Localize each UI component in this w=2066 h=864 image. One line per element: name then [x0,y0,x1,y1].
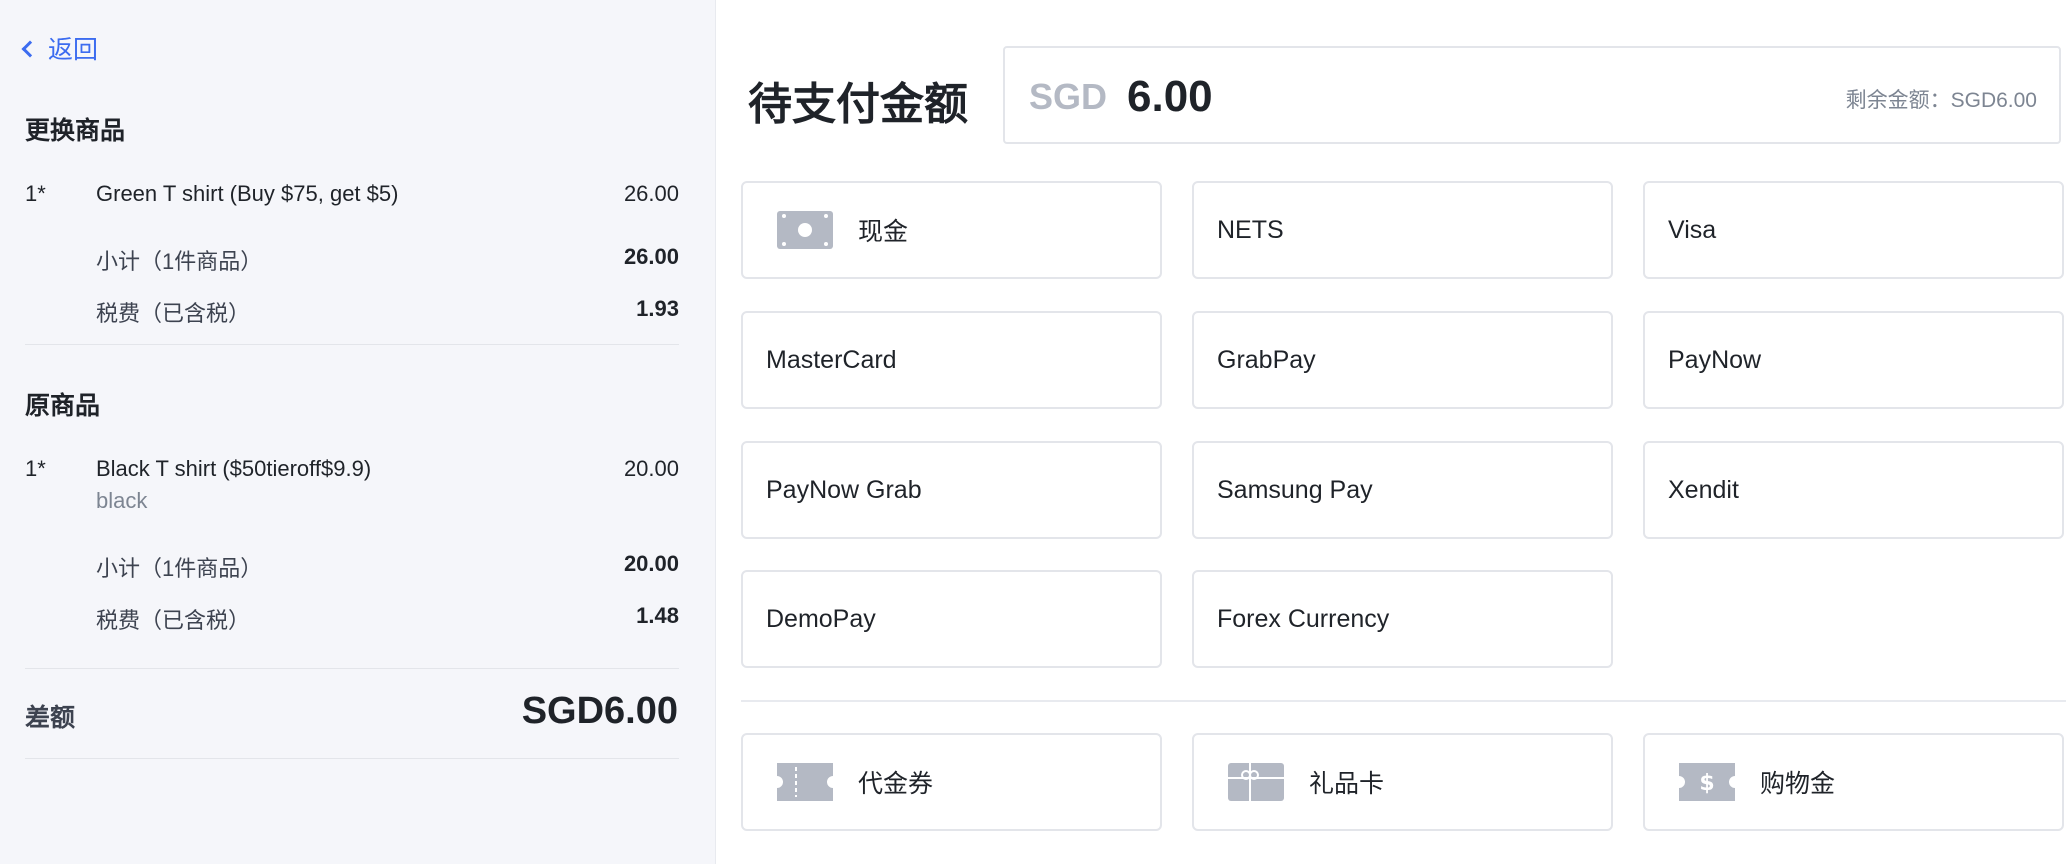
divider [25,668,679,669]
tax-value: 1.93 [636,296,679,321]
original-item-row: 1* Black T shirt ($50tieroff$9.9) black … [25,456,679,516]
tax-label: 税费（已含税） [96,301,251,326]
back-label: 返回 [48,36,99,64]
payment-method-label: Visa [1668,215,1717,244]
item-name: Green T shirt (Buy $75, get $5) [96,181,399,206]
item-price: 20.00 [623,456,679,481]
payment-method-label: Xendit [1668,475,1739,504]
difference-value: SGD6.00 [521,690,678,732]
cash-icon [776,211,834,249]
order-summary-panel: 返回 更换商品 1* Green T shirt (Buy $75, get $… [0,0,716,864]
payment-method-nets[interactable]: NETS [1192,181,1613,279]
remaining-amount: 剩余金额：SGD6.00 [1845,89,2037,112]
gift-card-button[interactable]: 礼品卡 [1192,733,1613,831]
item-name: Black T shirt ($50tieroff$9.9) [96,456,372,481]
payment-method-cash[interactable]: 现金 [741,181,1162,279]
payment-method-grabpay[interactable]: GrabPay [1192,311,1613,409]
item-variant: black [96,488,148,513]
payment-method-paynow[interactable]: PayNow [1643,311,2064,409]
exchange-item-row: 1* Green T shirt (Buy $75, get $5) 26.00 [25,181,679,211]
payment-method-label: DemoPay [766,604,876,633]
item-qty: 1* [25,456,46,481]
extra-payment-label: 购物金 [1760,770,1836,798]
payment-method-xendit[interactable]: Xendit [1643,441,2064,539]
payment-method-mastercard[interactable]: MasterCard [741,311,1162,409]
payment-method-forex-currency[interactable]: Forex Currency [1192,570,1613,668]
tax-label: 税费（已含税） [96,608,251,633]
svg-text:$: $ [1699,771,1714,796]
payment-method-label: 现金 [858,218,909,246]
payment-method-samsung-pay[interactable]: Samsung Pay [1192,441,1613,539]
voucher-icon [776,763,834,801]
gift-card-icon [1227,763,1285,801]
amount-due-field[interactable]: SGD 6.00 剩余金额：SGD6.00 [1003,46,2061,144]
exchange-section-title: 更换商品 [25,117,126,145]
item-price: 26.00 [623,181,679,206]
item-qty: 1* [25,181,46,206]
back-button[interactable]: 返回 [21,30,99,66]
payment-method-label: MasterCard [766,345,897,374]
extra-payment-label: 礼品卡 [1309,770,1385,798]
currency-code: SGD [1029,76,1108,117]
chevron-left-icon [21,40,39,58]
payment-method-label: PayNow Grab [766,475,922,504]
payment-method-demopay[interactable]: DemoPay [741,570,1162,668]
payment-method-label: PayNow [1668,345,1762,374]
store-credit-button[interactable]: $ 购物金 [1643,733,2064,831]
original-tax-row: 税费（已含税） 1.48 [96,603,679,635]
payment-method-visa[interactable]: Visa [1643,181,2064,279]
difference-label: 差额 [25,704,76,732]
exchange-subtotal-row: 小计（1件商品） 26.00 [96,244,679,276]
payment-method-label: NETS [1217,215,1284,244]
original-section-title: 原商品 [25,392,101,420]
section-divider [741,700,2066,702]
divider [25,758,679,759]
voucher-button[interactable]: 代金券 [741,733,1162,831]
payment-method-label: GrabPay [1217,345,1316,374]
amount-due-title: 待支付金额 [748,80,968,129]
payment-method-paynow-grab[interactable]: PayNow Grab [741,441,1162,539]
store-credit-icon: $ [1678,763,1736,801]
subtotal-value: 20.00 [623,551,679,576]
subtotal-label: 小计（1件商品） [96,556,263,581]
exchange-tax-row: 税费（已含税） 1.93 [96,296,679,328]
extra-payment-label: 代金券 [858,770,934,798]
tax-value: 1.48 [636,603,679,628]
subtotal-value: 26.00 [623,244,679,269]
original-subtotal-row: 小计（1件商品） 20.00 [96,551,679,583]
amount-due-value: 6.00 [1127,72,1213,121]
payment-method-label: Forex Currency [1217,604,1390,633]
divider [25,344,679,345]
payment-method-label: Samsung Pay [1217,475,1373,504]
subtotal-label: 小计（1件商品） [96,249,263,274]
